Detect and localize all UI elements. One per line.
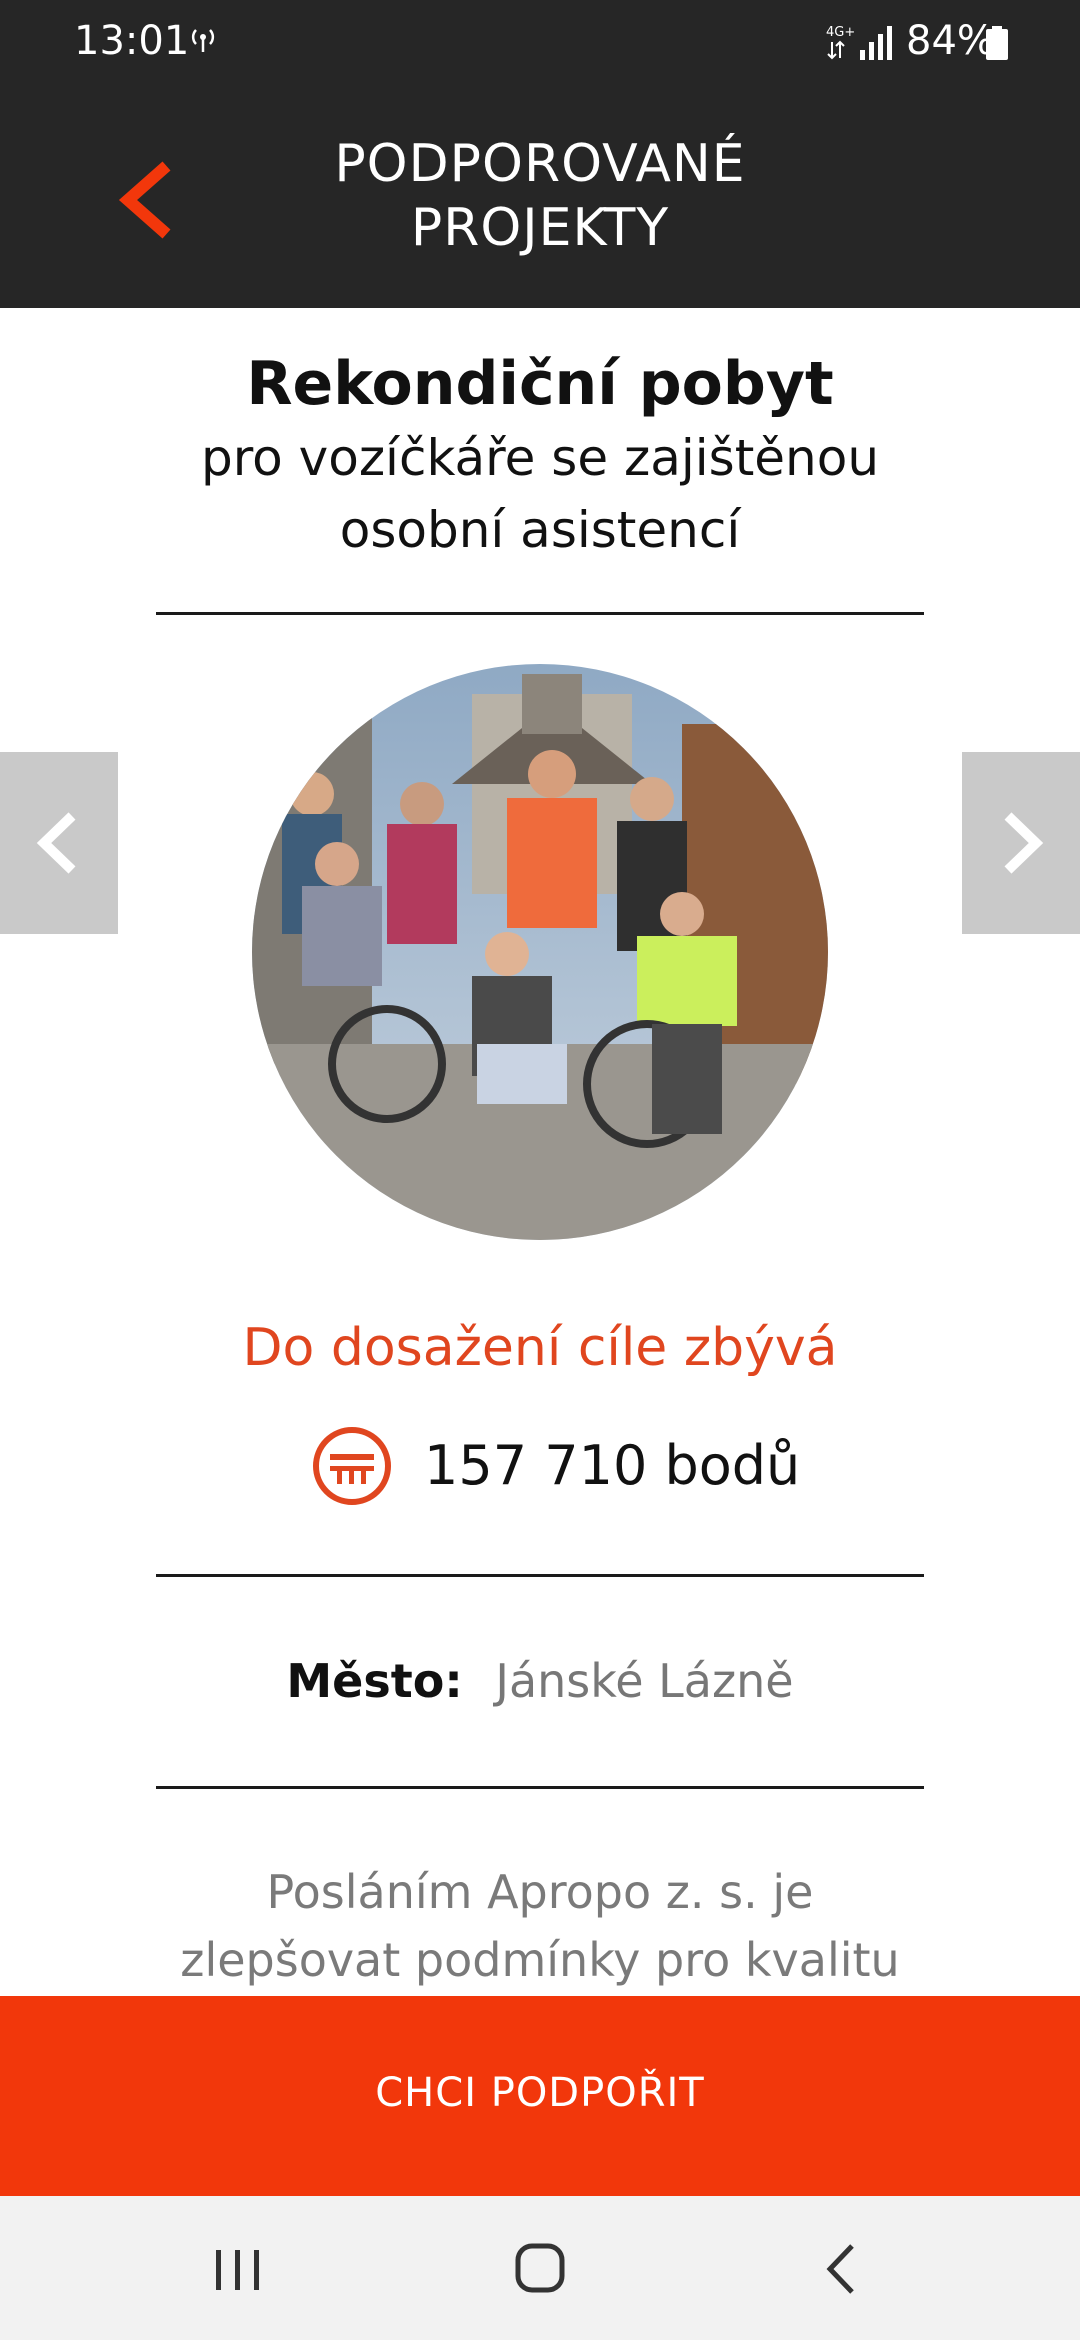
- svg-text:4G+: 4G+: [826, 25, 855, 40]
- recent-apps-icon[interactable]: [198, 2234, 278, 2304]
- app-header: PODPOROVANÉ PROJEKTY: [0, 84, 1080, 308]
- city-row: Město: Jánské Lázně: [0, 1654, 1080, 1708]
- divider: [156, 612, 924, 615]
- previous-project-button[interactable]: [0, 752, 118, 934]
- home-icon[interactable]: [500, 2234, 580, 2304]
- project-title: Rekondiční pobyt: [246, 349, 834, 419]
- next-project-button[interactable]: [962, 752, 1080, 934]
- status-time: 13:01: [74, 18, 190, 64]
- city-label: Město:: [286, 1654, 463, 1708]
- divider: [156, 1574, 924, 1577]
- hotspot-icon: [191, 29, 215, 52]
- city-value: Jánské Lázně: [495, 1654, 794, 1708]
- support-button-label: CHCI PODPOŘIT: [375, 2070, 705, 2116]
- divider: [156, 1786, 924, 1789]
- project-subtitle: pro vozíčkáře se zajištěnou osobní asist…: [200, 429, 880, 559]
- project-description: Posláním Apropo z. s. je zlepšovat podmí…: [180, 1865, 900, 1987]
- battery-icon: [986, 26, 1008, 60]
- battery-percent: 84%: [906, 18, 995, 64]
- project-photo: [252, 664, 828, 1240]
- page-title: PODPOROVANÉ PROJEKTY: [334, 134, 746, 258]
- chevron-right-icon: [1004, 812, 1044, 874]
- support-button[interactable]: CHCI PODPOŘIT: [0, 1996, 1080, 2196]
- goal-label: Do dosažení cíle zbývá: [242, 1318, 838, 1378]
- chevron-left-icon: [36, 812, 76, 874]
- back-arrow-icon[interactable]: [110, 160, 180, 240]
- points-remaining: 157 710 bodů: [424, 1434, 801, 1497]
- status-bar: 13:01 4G+ 84%: [0, 0, 1080, 84]
- signal-icon: 4G+: [826, 25, 892, 60]
- points-row: 157 710 bodů: [300, 1418, 820, 1514]
- system-back-icon[interactable]: [802, 2234, 882, 2304]
- system-nav-bar: [0, 2196, 1080, 2340]
- project-detail: Rekondiční pobyt pro vozíčkáře se zajišt…: [0, 308, 1080, 1996]
- points-coin-icon: [313, 1427, 391, 1505]
